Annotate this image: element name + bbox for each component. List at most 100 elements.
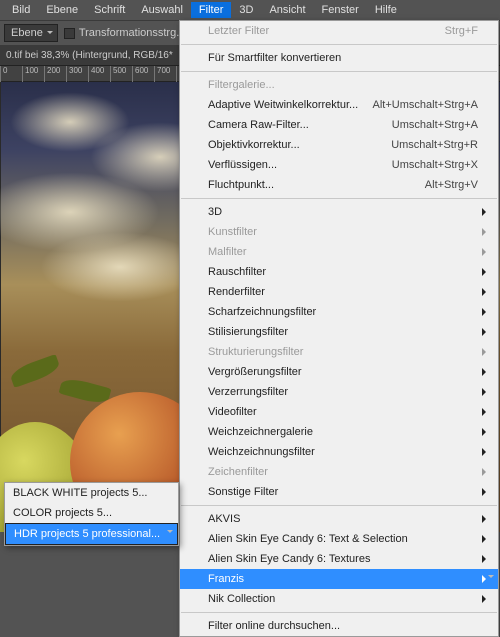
ruler-tick: 600 — [132, 66, 148, 82]
submenu-arrow-icon — [482, 575, 490, 583]
submenu-arrow-icon — [482, 308, 490, 316]
menu-item-label: Filter online durchsuchen... — [208, 619, 478, 633]
menu-item[interactable]: Stilisierungsfilter — [180, 322, 498, 342]
submenu-arrow-icon — [482, 555, 490, 563]
ruler-tick: 400 — [88, 66, 104, 82]
menubar-item-ebene[interactable]: Ebene — [38, 2, 86, 18]
menu-item[interactable]: Alien Skin Eye Candy 6: Textures — [180, 549, 498, 569]
menubar-item-schrift[interactable]: Schrift — [86, 2, 133, 18]
menu-item-label: Franzis — [208, 572, 478, 586]
menu-item-shortcut: Alt+Strg+V — [425, 178, 478, 192]
menubar-item-3d[interactable]: 3D — [231, 2, 261, 18]
menubar-item-filter[interactable]: Filter — [191, 2, 231, 18]
menu-item-label: Videofilter — [208, 405, 478, 419]
menu-item[interactable]: Alien Skin Eye Candy 6: Text & Selection — [180, 529, 498, 549]
menu-item[interactable]: 3D — [180, 202, 498, 222]
menu-item[interactable]: Verflüssigen... Umschalt+Strg+X — [180, 155, 498, 175]
submenu-arrow-icon — [482, 515, 490, 523]
menu-item: Letzter FilterStrg+F — [180, 21, 498, 41]
menu-item-label: Verzerrungsfilter — [208, 385, 478, 399]
menu-item[interactable]: Adaptive Weitwinkelkorrektur...Alt+Umsch… — [180, 95, 498, 115]
tab-title: 0.tif bei 38,3% (Hintergrund, RGB/16* — [6, 50, 173, 61]
menu-item[interactable]: Sonstige Filter — [180, 482, 498, 502]
filter-menu-dropdown: Letzter FilterStrg+F Für Smartfilter konv… — [179, 20, 499, 637]
menubar-item-auswahl[interactable]: Auswahl — [133, 2, 191, 18]
ruler-tick: 500 — [110, 66, 126, 82]
menu-item-label: Für Smartfilter konvertieren — [208, 51, 478, 65]
transform-label: Transformationsstrg. — [79, 27, 179, 39]
menubar-item-hilfe[interactable]: Hilfe — [367, 2, 405, 18]
ruler-tick: 300 — [66, 66, 82, 82]
menu-item[interactable]: Camera Raw-Filter... Umschalt+Strg+A — [180, 115, 498, 135]
submenu-item[interactable]: COLOR projects 5... — [5, 503, 178, 523]
menu-item[interactable]: AKVIS — [180, 509, 498, 529]
menu-item-shortcut: Umschalt+Strg+A — [392, 118, 478, 132]
submenu-arrow-icon — [482, 288, 490, 296]
menu-item[interactable]: Rauschfilter — [180, 262, 498, 282]
menu-item[interactable]: Verzerrungsfilter — [180, 382, 498, 402]
menubar-item-ansicht[interactable]: Ansicht — [261, 2, 313, 18]
submenu-arrow-icon — [482, 535, 490, 543]
menubar: BildEbeneSchriftAuswahlFilter3DAnsichtFe… — [0, 0, 500, 20]
menu-item-label: Fluchtpunkt... — [208, 178, 417, 192]
menu-item-label: Sonstige Filter — [208, 485, 478, 499]
submenu-arrow-icon — [482, 595, 490, 603]
menu-separator — [181, 44, 497, 45]
menu-item-label: Malfilter — [208, 245, 478, 259]
menu-item-shortcut: Umschalt+Strg+X — [392, 158, 478, 172]
submenu-item[interactable]: BLACK WHITE projects 5... — [5, 483, 178, 503]
menu-item-label: Alien Skin Eye Candy 6: Text & Selection — [208, 532, 478, 546]
menu-item-label: Camera Raw-Filter... — [208, 118, 384, 132]
menu-item-label: Verflüssigen... — [208, 158, 384, 172]
menu-item-label: Vergrößerungsfilter — [208, 365, 478, 379]
submenu-arrow-icon — [482, 208, 490, 216]
menu-item-label: Filtergalerie... — [208, 78, 478, 92]
menu-item[interactable]: Weichzeichnungsfilter — [180, 442, 498, 462]
menu-item-label: Scharfzeichnungsfilter — [208, 305, 478, 319]
submenu-arrow-icon — [482, 428, 490, 436]
menu-item-label: Zeichenfilter — [208, 465, 478, 479]
menu-item[interactable]: Filter online durchsuchen... — [180, 616, 498, 636]
menu-item[interactable]: Für Smartfilter konvertieren — [180, 48, 498, 68]
menu-item-label: 3D — [208, 205, 478, 219]
menu-separator — [181, 505, 497, 506]
submenu-item[interactable]: HDR projects 5 professional... — [5, 523, 178, 545]
menu-item[interactable]: Fluchtpunkt... Alt+Strg+V — [180, 175, 498, 195]
submenu-arrow-icon — [482, 268, 490, 276]
submenu-arrow-icon — [482, 228, 490, 236]
menu-item-label: Objektivkorrektur... — [208, 138, 383, 152]
ruler-tick: 0 — [0, 66, 7, 82]
menu-item-shortcut: Alt+Umschalt+Strg+A — [373, 98, 478, 112]
submenu-arrow-icon — [482, 468, 490, 476]
menu-item-label: Weichzeichnergalerie — [208, 425, 478, 439]
menubar-item-bild[interactable]: Bild — [4, 2, 38, 18]
ruler-tick: 100 — [22, 66, 38, 82]
menu-item[interactable]: Videofilter — [180, 402, 498, 422]
transform-checkbox[interactable]: Transformationsstrg. — [64, 27, 179, 39]
menu-item-label: Rauschfilter — [208, 265, 478, 279]
submenu-arrow-icon — [482, 248, 490, 256]
menu-item: Filtergalerie... — [180, 75, 498, 95]
menu-item-label: Letzter Filter — [208, 24, 437, 38]
menu-item-label: Nik Collection — [208, 592, 478, 606]
menubar-item-fenster[interactable]: Fenster — [314, 2, 367, 18]
menu-item[interactable]: Vergrößerungsfilter — [180, 362, 498, 382]
menu-item[interactable]: Franzis — [180, 569, 498, 589]
menu-item[interactable]: Objektivkorrektur...Umschalt+Strg+R — [180, 135, 498, 155]
menu-item[interactable]: Nik Collection — [180, 589, 498, 609]
menu-item: Strukturierungsfilter — [180, 342, 498, 362]
submenu-arrow-icon — [482, 368, 490, 376]
menu-item: Malfilter — [180, 242, 498, 262]
menu-item-label: Stilisierungsfilter — [208, 325, 478, 339]
submenu-arrow-icon — [482, 348, 490, 356]
menu-item-label: Renderfilter — [208, 285, 478, 299]
franzis-submenu: BLACK WHITE projects 5...COLOR projects … — [4, 482, 179, 546]
layer-select[interactable]: Ebene — [4, 24, 58, 42]
submenu-arrow-icon — [482, 448, 490, 456]
menu-item: Kunstfilter — [180, 222, 498, 242]
menu-item[interactable]: Renderfilter — [180, 282, 498, 302]
menu-item[interactable]: Scharfzeichnungsfilter — [180, 302, 498, 322]
menu-item[interactable]: Weichzeichnergalerie — [180, 422, 498, 442]
menu-item-label: Kunstfilter — [208, 225, 478, 239]
submenu-arrow-icon — [482, 388, 490, 396]
